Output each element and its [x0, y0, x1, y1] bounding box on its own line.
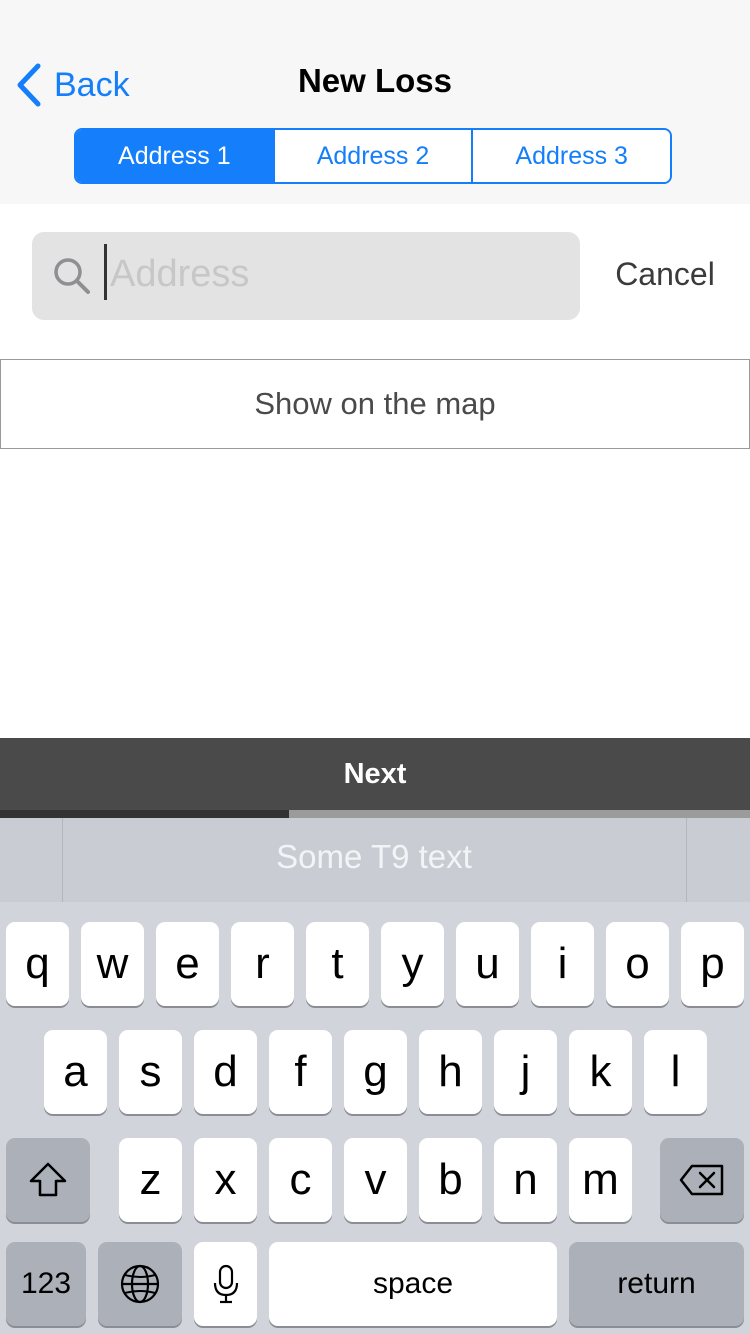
key-n[interactable]: n [494, 1138, 557, 1222]
key-y[interactable]: y [381, 922, 444, 1006]
return-key[interactable]: return [569, 1242, 744, 1326]
search-icon [54, 258, 90, 294]
key-h[interactable]: h [419, 1030, 482, 1114]
shift-icon [29, 1162, 67, 1197]
key-b[interactable]: b [419, 1138, 482, 1222]
globe-key[interactable] [98, 1242, 182, 1326]
key-g[interactable]: g [344, 1030, 407, 1114]
key-m[interactable]: m [569, 1138, 632, 1222]
address-segmented-control: Address 1 Address 2 Address 3 [74, 128, 672, 184]
key-x[interactable]: x [194, 1138, 257, 1222]
numbers-key[interactable]: 123 [6, 1242, 86, 1326]
key-u[interactable]: u [456, 922, 519, 1006]
text-cursor [104, 244, 107, 300]
key-v[interactable]: v [344, 1138, 407, 1222]
page-title: New Loss [297, 62, 453, 99]
tab-address-1[interactable]: Address 1 [76, 130, 273, 182]
space-key[interactable]: space [269, 1242, 557, 1326]
key-d[interactable]: d [194, 1030, 257, 1114]
key-i[interactable]: i [531, 922, 594, 1006]
key-w[interactable]: w [81, 922, 144, 1006]
key-a[interactable]: a [44, 1030, 107, 1114]
backspace-icon [679, 1164, 724, 1196]
globe-icon [120, 1264, 160, 1304]
key-t[interactable]: t [306, 922, 369, 1006]
suggestion-divider [686, 818, 687, 902]
microphone-icon [213, 1264, 238, 1304]
key-z[interactable]: z [119, 1138, 182, 1222]
key-r[interactable]: r [231, 922, 294, 1006]
delete-key[interactable] [660, 1138, 744, 1222]
key-s[interactable]: s [119, 1030, 182, 1114]
keyboard-suggestion[interactable]: Some T9 text [62, 838, 686, 876]
key-l[interactable]: l [644, 1030, 707, 1114]
tab-address-3[interactable]: Address 3 [471, 130, 670, 182]
tab-address-2[interactable]: Address 2 [272, 130, 472, 182]
progress-fill [0, 810, 289, 818]
key-o[interactable]: o [606, 922, 669, 1006]
key-j[interactable]: j [494, 1030, 557, 1114]
next-button[interactable]: Next [0, 738, 750, 810]
shift-key[interactable] [6, 1138, 90, 1222]
key-k[interactable]: k [569, 1030, 632, 1114]
show-on-map-button[interactable]: Show on the map [0, 359, 750, 449]
dictation-key[interactable] [194, 1242, 257, 1326]
address-search-input[interactable] [110, 246, 570, 302]
key-q[interactable]: q [6, 922, 69, 1006]
key-c[interactable]: c [269, 1138, 332, 1222]
key-p[interactable]: p [681, 922, 744, 1006]
cancel-button[interactable]: Cancel [600, 256, 730, 293]
key-f[interactable]: f [269, 1030, 332, 1114]
key-e[interactable]: e [156, 922, 219, 1006]
